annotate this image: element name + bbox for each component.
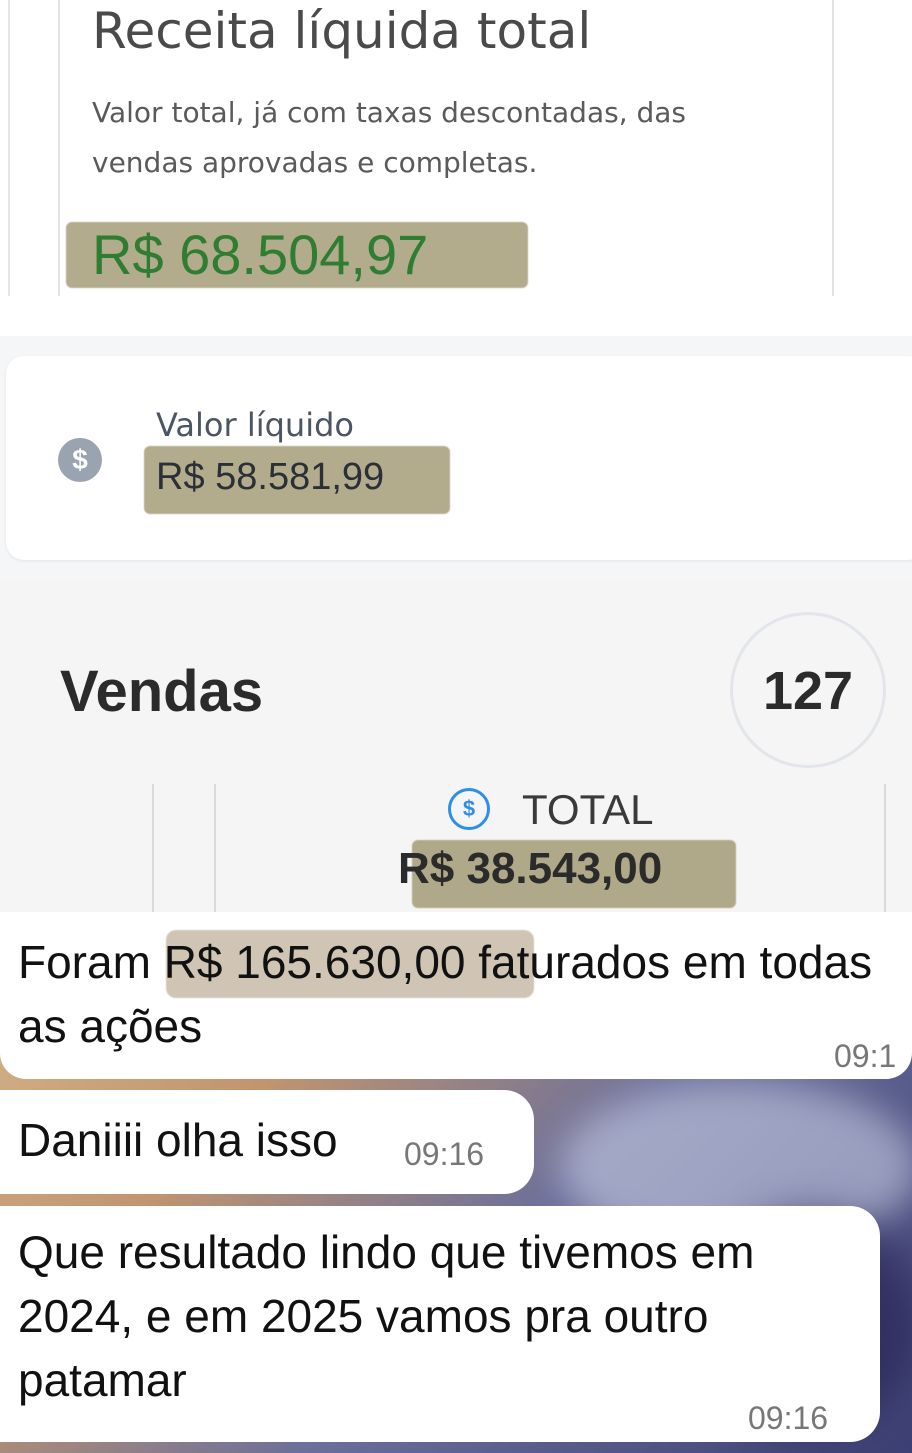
receita-title: Receita líquida total — [92, 2, 592, 60]
total-amount: R$ 38.543,00 — [398, 844, 663, 893]
message-time: 09:16 — [748, 1400, 829, 1436]
vendas-section: Vendas 127 $ TOTAL R$ 38.543,00 — [0, 580, 912, 916]
dollar-circle-icon: $ — [58, 438, 102, 482]
message-time: 09:1 — [834, 1038, 897, 1074]
dollar-outline-icon: $ — [448, 788, 490, 830]
highlighted-amount: R$ 165.630,00 — [163, 936, 466, 988]
valor-liquido-section: $ Valor líquido R$ 58.581,99 — [0, 300, 912, 580]
column-divider — [884, 784, 886, 916]
column-divider — [152, 784, 154, 916]
chat-area: Foram R$ 165.630,00 faturados em todas a… — [0, 912, 912, 1453]
vendas-count: 127 — [762, 661, 854, 721]
total-label: TOTAL — [522, 786, 654, 833]
section-gap — [0, 300, 912, 336]
message-text: Que resultado lindo que tivemos em 2024,… — [18, 1226, 755, 1406]
message-time: 09:16 — [404, 1136, 485, 1172]
vendas-title: Vendas — [60, 659, 264, 724]
valor-liquido-card — [6, 356, 912, 560]
column-divider — [214, 784, 216, 916]
message-bubble[interactable]: Foram R$ 165.630,00 faturados em todas a… — [0, 912, 912, 1079]
left-edge-divider — [8, 0, 10, 296]
message-bubble[interactable]: Que resultado lindo que tivemos em 2024,… — [0, 1206, 880, 1442]
valor-liquido-amount: R$ 58.581,99 — [156, 456, 385, 498]
receita-liquida-section: Receita líquida total Valor total, já co… — [0, 0, 912, 300]
receita-amount: R$ 68.504,97 — [92, 223, 429, 286]
message-text: Daniiii olha isso — [18, 1114, 338, 1166]
message-bubble[interactable]: Daniiii olha isso 09:16 — [0, 1090, 534, 1194]
receita-description: Valor total, já com taxas descontadas, d… — [92, 96, 687, 179]
message-text: Foram R$ 165.630,00 faturados em todas a… — [18, 936, 873, 1052]
valor-liquido-label: Valor líquido — [156, 406, 354, 444]
